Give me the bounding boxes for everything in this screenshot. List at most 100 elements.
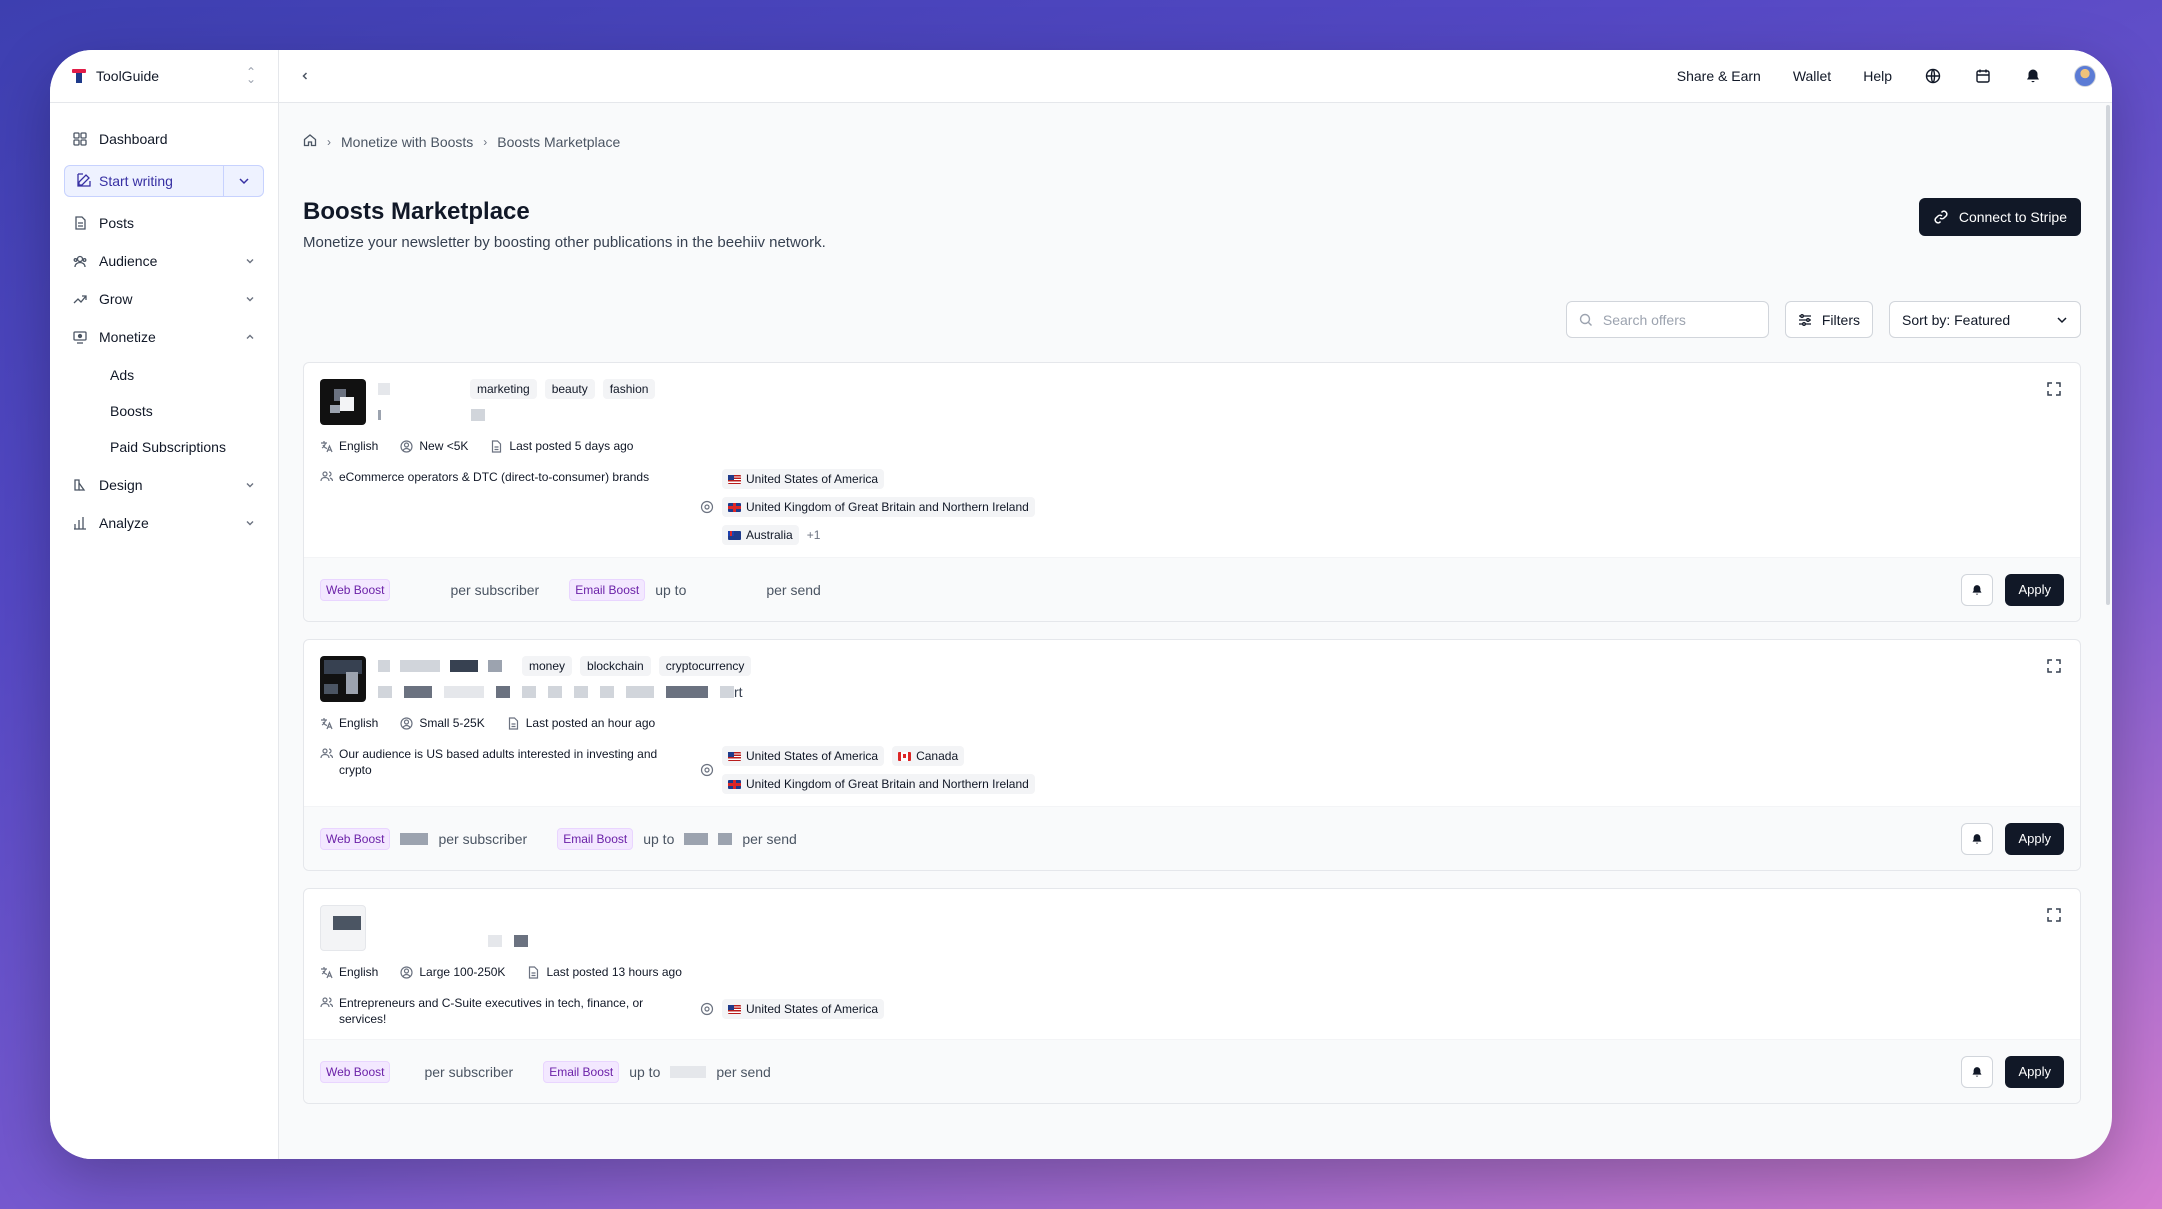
sidebar-item-posts[interactable]: Posts [64, 207, 264, 239]
wallet-link[interactable]: Wallet [1793, 68, 1831, 84]
language: English [339, 439, 379, 453]
country-badge: United States of America [722, 999, 885, 1019]
collapse-sidebar-button[interactable] [295, 71, 315, 81]
per-subscriber-label: per subscriber [424, 1063, 514, 1080]
sidebar-item-design[interactable]: Design [64, 469, 264, 501]
scrollbar[interactable] [2106, 105, 2110, 605]
up-to-label: up to [655, 581, 687, 598]
document-icon [527, 965, 540, 979]
sidebar-item-analyze[interactable]: Analyze [64, 507, 264, 539]
sidebar-item-label: Grow [99, 291, 133, 307]
connect-stripe-button[interactable]: Connect to Stripe [1918, 198, 2081, 236]
web-boost-badge: Web Boost [320, 578, 391, 601]
last-posted: Last posted 5 days ago [509, 439, 634, 453]
per-subscriber-label: per subscriber [438, 830, 528, 847]
sidebar-item-grow[interactable]: Grow [64, 283, 264, 315]
calendar-icon[interactable] [1974, 67, 1992, 85]
publication-logo [320, 379, 366, 425]
breadcrumb-monetize[interactable]: Monetize with Boosts [341, 134, 473, 150]
per-subscriber-label: per subscriber [450, 581, 540, 598]
bell-icon[interactable] [2024, 67, 2042, 85]
email-boost-badge: Email Boost [543, 1060, 620, 1083]
home-icon[interactable] [303, 133, 317, 150]
globe-icon[interactable] [1924, 67, 1942, 85]
notify-button[interactable] [1961, 1055, 1994, 1088]
publication-title-area: money blockchain cryptocurrency rt [378, 656, 752, 700]
trending-icon [73, 292, 87, 306]
uk-flag-icon [728, 502, 741, 512]
up-to-label: up to [629, 1063, 661, 1080]
notify-button[interactable] [1961, 822, 1994, 855]
notify-button[interactable] [1961, 573, 1994, 606]
offer-card: English Large 100-250K Last posted 13 ho… [303, 888, 2081, 1104]
country-name: United States of America [746, 472, 879, 486]
monetize-icon [73, 330, 87, 344]
tag: fashion [602, 379, 656, 399]
sidebar-item-monetize[interactable]: Monetize [64, 321, 264, 353]
chevron-right-icon: › [327, 134, 331, 149]
country-name: United States of America [746, 1002, 879, 1016]
help-link[interactable]: Help [1863, 68, 1892, 84]
avatar[interactable] [2074, 65, 2096, 87]
page-header: Boosts Marketplace Monetize your newslet… [303, 198, 2081, 251]
publication-meta: English New <5K Last posted 5 days ago [320, 439, 2064, 453]
publication-logo [320, 905, 366, 951]
sort-dropdown[interactable]: Sort by: Featured [1889, 301, 2081, 338]
page-subtitle: Monetize your newsletter by boosting oth… [303, 234, 826, 251]
share-earn-link[interactable]: Share & Earn [1677, 68, 1761, 84]
start-writing-button[interactable]: Start writing [65, 166, 223, 196]
sidebar-subitem-ads[interactable]: Ads [64, 359, 264, 391]
publication-title-fragment: rt [734, 684, 743, 700]
expand-icon[interactable] [2046, 381, 2062, 397]
audience-description: Entrepreneurs and C-Suite executives in … [320, 995, 680, 1027]
tag-list: money blockchain cryptocurrency [522, 656, 752, 676]
last-posted: Last posted an hour ago [525, 716, 656, 730]
apply-button[interactable]: Apply [2005, 573, 2064, 606]
expand-icon[interactable] [2046, 658, 2062, 674]
web-boost-badge: Web Boost [320, 827, 391, 850]
chevron-right-icon: › [483, 134, 488, 149]
app-window: ToolGuide ⌃ ⌄ Dashboard Start writing Po… [50, 50, 2112, 1159]
au-flag-icon [728, 530, 741, 540]
language-icon [320, 717, 333, 730]
filters-label: Filters [1821, 311, 1860, 328]
bell-icon [1972, 833, 1982, 844]
page-content: › Monetize with Boosts › Boosts Marketpl… [279, 103, 2112, 1159]
audience-size: Small 5-25K [419, 716, 485, 730]
offer-details: Entrepreneurs and C-Suite executives in … [320, 995, 2064, 1027]
publication-logo [320, 656, 366, 702]
sidebar-item-audience[interactable]: Audience [64, 245, 264, 277]
offer-details: eCommerce operators & DTC (direct-to-con… [320, 469, 2064, 545]
apply-button[interactable]: Apply [2005, 1055, 2064, 1088]
audience-description: eCommerce operators & DTC (direct-to-con… [320, 469, 720, 485]
design-icon [73, 478, 87, 492]
workspace-switcher[interactable]: ToolGuide ⌃ ⌄ [50, 50, 278, 103]
offers-list: marketing beauty fashion English New <5K… [303, 362, 2081, 1104]
topbar-actions: Share & Earn Wallet Help [1677, 65, 2096, 87]
audience-description: Our audience is US based adults interest… [320, 746, 680, 778]
us-flag-icon [728, 1004, 741, 1014]
audience-text: Our audience is US based adults interest… [339, 747, 658, 777]
document-icon [73, 216, 87, 230]
country-name: United Kingdom of Great Britain and Nort… [746, 777, 1029, 791]
sort-label: Sort by: Featured [1902, 311, 2011, 328]
redacted-price [670, 1065, 707, 1078]
grid-icon [73, 132, 87, 146]
offers-toolbar: Filters Sort by: Featured [303, 301, 2081, 338]
filters-button[interactable]: Filters [1784, 301, 1873, 338]
country-badge: United States of America [722, 746, 885, 766]
search-input[interactable] [1602, 311, 1753, 328]
tag-list: marketing beauty fashion [470, 379, 656, 399]
start-writing-dropdown[interactable] [223, 166, 263, 196]
updown-chevron-icon: ⌃ ⌄ [245, 64, 256, 86]
offer-card: money blockchain cryptocurrency rt Engli… [303, 639, 2081, 871]
location-pin-icon [700, 763, 714, 777]
apply-button[interactable]: Apply [2005, 822, 2064, 855]
sidebar-subitem-boosts[interactable]: Boosts [64, 395, 264, 427]
users-icon [320, 747, 334, 760]
tag: cryptocurrency [658, 656, 752, 676]
chevron-down-icon [246, 297, 254, 302]
sidebar-subitem-paid-subscriptions[interactable]: Paid Subscriptions [64, 431, 264, 463]
expand-icon[interactable] [2046, 907, 2062, 923]
sidebar-item-dashboard[interactable]: Dashboard [64, 123, 264, 155]
